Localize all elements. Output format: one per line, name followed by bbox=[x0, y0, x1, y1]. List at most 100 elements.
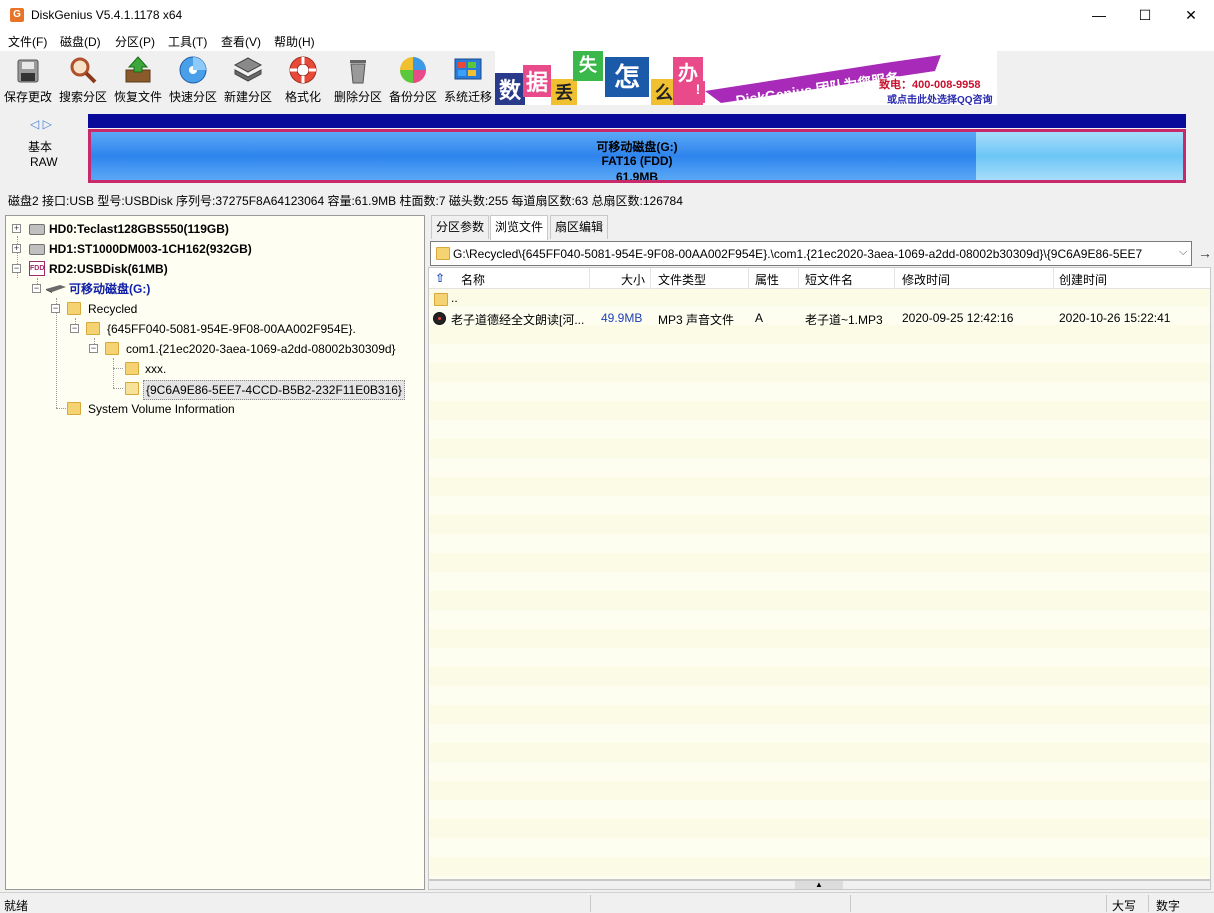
tree-label: HD0:Teclast128GBS550(119GB) bbox=[49, 222, 229, 236]
column-header-created[interactable]: 创建时间 bbox=[1059, 271, 1107, 288]
column-divider[interactable] bbox=[589, 268, 590, 289]
status-bar: 就绪 大写 数字 bbox=[0, 892, 1214, 913]
quick-partition-label: 快速分区 bbox=[168, 90, 217, 104]
folder-icon bbox=[434, 293, 448, 306]
column-header-short-name[interactable]: 短文件名 bbox=[805, 271, 853, 288]
folder-icon bbox=[67, 402, 81, 415]
tree-label: Recycled bbox=[88, 302, 138, 316]
hard-disk-icon bbox=[29, 244, 45, 255]
tab-browse-files[interactable]: 浏览文件 bbox=[490, 215, 549, 240]
collapse-toggle[interactable]: − bbox=[51, 304, 60, 313]
new-partition-label: 新建分区 bbox=[223, 90, 272, 104]
column-header-size[interactable]: 大小 bbox=[621, 271, 645, 288]
column-header-type[interactable]: 文件类型 bbox=[658, 271, 706, 288]
format-label: 格式化 bbox=[284, 90, 321, 104]
disk-nav-arrows[interactable]: ◁ ▷ bbox=[30, 117, 58, 131]
go-arrow-icon[interactable]: → bbox=[1198, 245, 1212, 261]
system-migration-button[interactable]: 系统迁移 bbox=[441, 54, 495, 104]
close-button[interactable]: ✕ bbox=[1168, 0, 1214, 30]
file-size: 49.9MB bbox=[601, 311, 643, 325]
column-divider[interactable] bbox=[748, 268, 749, 289]
menu-disk[interactable]: 磁盘(D) bbox=[60, 33, 101, 50]
tree-connector bbox=[113, 368, 123, 369]
tree-label: xxx. bbox=[145, 362, 167, 376]
folder-icon bbox=[125, 362, 139, 375]
column-header-name[interactable]: 名称 bbox=[461, 271, 485, 288]
open-folder-icon bbox=[125, 382, 139, 395]
minimize-button[interactable]: — bbox=[1076, 0, 1122, 30]
caps-lock-indicator: 大写 bbox=[1112, 899, 1137, 913]
column-divider[interactable] bbox=[894, 268, 895, 289]
path-input[interactable]: G:\Recycled\{645FF040-5081-954E-9F08-00A… bbox=[430, 241, 1192, 266]
column-divider[interactable] bbox=[798, 268, 799, 289]
expand-toggle[interactable]: + bbox=[12, 244, 21, 253]
ad-banner[interactable]: 数 据 丢 失 怎 么 办 ! DiskGenius 团队为您服务 致电：400… bbox=[495, 51, 997, 105]
recover-files-icon bbox=[125, 56, 151, 83]
num-lock-indicator: 数字 bbox=[1156, 899, 1181, 913]
status-divider bbox=[590, 895, 591, 912]
menu-file[interactable]: 文件(F) bbox=[8, 33, 47, 50]
new-partition-button[interactable]: 新建分区 bbox=[221, 54, 275, 104]
collapse-toggle[interactable]: − bbox=[12, 264, 21, 273]
menu-partition[interactable]: 分区(P) bbox=[115, 33, 155, 50]
menu-bar: 文件(F) 磁盘(D) 分区(P) 工具(T) 查看(V) 帮助(H) bbox=[0, 30, 1214, 51]
panel-splitter[interactable]: ▲ bbox=[428, 880, 1211, 890]
list-item-parent[interactable]: .. bbox=[429, 290, 1210, 309]
up-directory-icon[interactable]: ⇧ bbox=[435, 271, 445, 285]
tree-label: {645FF040-5081-954E-9F08-00AA002F954E}. bbox=[107, 322, 356, 336]
window-title: DiskGenius V5.4.1.1178 x64 bbox=[31, 8, 183, 22]
tab-sector-editor[interactable]: 扇区编辑 bbox=[550, 215, 609, 239]
banner-char: 据 bbox=[523, 65, 551, 97]
delete-partition-label: 删除分区 bbox=[333, 90, 382, 104]
tree-label-selected: {9C6A9E86-5EE7-4CCD-B5B2-232F11E0B316} bbox=[143, 380, 405, 400]
system-migration-label: 系统迁移 bbox=[443, 90, 492, 104]
format-button[interactable]: 格式化 bbox=[276, 54, 330, 104]
menu-tools[interactable]: 工具(T) bbox=[168, 33, 207, 50]
quick-partition-icon bbox=[179, 56, 207, 84]
tab-partition-params[interactable]: 分区参数 bbox=[431, 215, 490, 239]
tree-label: com1.{21ec2020-3aea-1069-a2dd-08002b3030… bbox=[126, 342, 396, 356]
search-partition-button[interactable]: 搜索分区 bbox=[56, 54, 110, 104]
collapse-toggle[interactable]: − bbox=[89, 344, 98, 353]
column-header-modified[interactable]: 修改时间 bbox=[902, 271, 950, 288]
banner-char: ! bbox=[691, 81, 705, 103]
disk-map-area: ◁ ▷ 基本 RAW 可移动磁盘(G:) FAT16 (FDD) 61.9MB bbox=[0, 107, 1214, 187]
banner-phone: 致电：400-008-9958 bbox=[879, 79, 981, 91]
menu-view[interactable]: 查看(V) bbox=[221, 33, 261, 50]
banner-qq-link[interactable]: 或点击此处选择QQ咨询 bbox=[887, 91, 993, 105]
system-migration-icon bbox=[454, 58, 482, 80]
folder-icon bbox=[436, 247, 450, 260]
partition-block[interactable]: 可移动磁盘(G:) FAT16 (FDD) 61.9MB bbox=[88, 129, 1186, 183]
splitter-grip-icon[interactable]: ▲ bbox=[795, 881, 843, 889]
maximize-button[interactable]: ☐ bbox=[1122, 0, 1168, 30]
expand-toggle[interactable]: + bbox=[12, 224, 21, 233]
column-header-attr[interactable]: 属性 bbox=[755, 271, 779, 288]
delete-partition-icon bbox=[350, 60, 366, 84]
folder-icon bbox=[105, 342, 119, 355]
file-list-header: ⇧ 名称 大小 文件类型 属性 短文件名 修改时间 创建时间 bbox=[429, 268, 1210, 289]
usb-disk-icon: FDD bbox=[29, 261, 45, 276]
tree-connector bbox=[56, 298, 57, 408]
collapse-toggle[interactable]: − bbox=[70, 324, 79, 333]
tree-label: HD1:ST1000DM003-1CH162(932GB) bbox=[49, 242, 252, 256]
save-changes-button[interactable]: 保存更改 bbox=[1, 54, 55, 104]
app-logo-icon: G bbox=[10, 8, 24, 22]
disk-format-label: RAW bbox=[30, 155, 58, 169]
recover-files-button[interactable]: 恢复文件 bbox=[111, 54, 165, 104]
collapse-toggle[interactable]: − bbox=[32, 284, 41, 293]
quick-partition-button[interactable]: 快速分区 bbox=[166, 54, 220, 104]
chevron-down-icon[interactable]: ⌵ bbox=[1179, 246, 1187, 259]
status-text: 就绪 bbox=[4, 899, 29, 913]
partition-name: 可移动磁盘(G:) bbox=[596, 140, 678, 154]
disk-type-label: 基本 bbox=[28, 140, 53, 154]
column-divider[interactable] bbox=[1053, 268, 1054, 289]
file-browser-panel: 分区参数 浏览文件 扇区编辑 G:\Recycled\{645FF040-508… bbox=[428, 215, 1214, 890]
title-bar: G DiskGenius V5.4.1.1178 x64 — ☐ ✕ bbox=[0, 0, 1214, 30]
table-row[interactable]: 老子道德经全文朗读[河... 49.9MB MP3 声音文件 A 老子道~1.M… bbox=[429, 309, 1210, 328]
search-partition-icon bbox=[70, 57, 97, 84]
disk-capacity-bar bbox=[88, 114, 1186, 128]
menu-help[interactable]: 帮助(H) bbox=[274, 33, 315, 50]
column-divider[interactable] bbox=[650, 268, 651, 289]
backup-partition-button[interactable]: 备份分区 bbox=[386, 54, 440, 104]
delete-partition-button[interactable]: 删除分区 bbox=[331, 54, 385, 104]
